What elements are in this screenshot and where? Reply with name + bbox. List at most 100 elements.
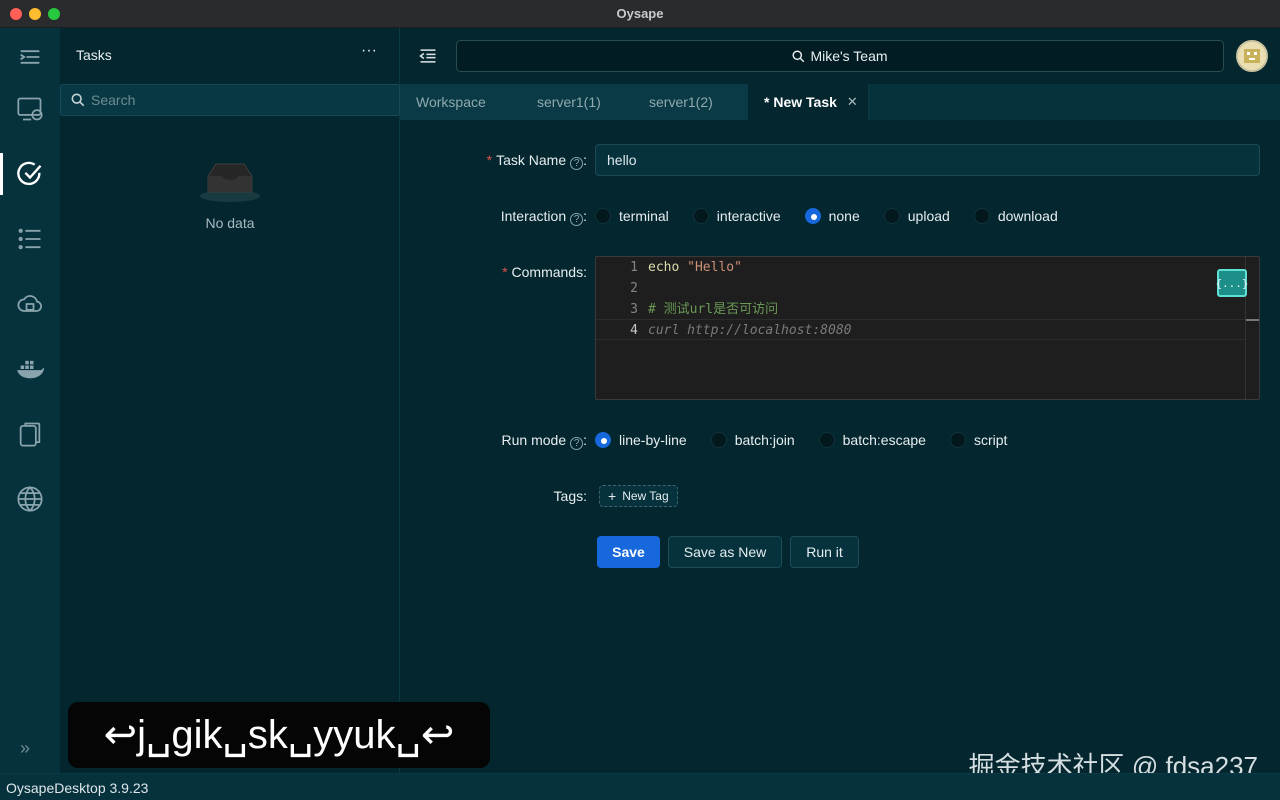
save-as-new-button[interactable]: Save as New	[668, 536, 782, 568]
cloud-icon[interactable]	[0, 279, 60, 329]
radio-label: batch:join	[734, 432, 795, 448]
new-tag-label: New Tag	[622, 489, 669, 503]
tab-server1-1[interactable]: server1(1)	[521, 84, 633, 120]
menu-toggle-icon[interactable]	[0, 32, 60, 82]
docker-icon[interactable]	[0, 344, 60, 394]
tab-label: server1(1)	[537, 94, 601, 110]
editor-line-current: 4 curl http://localhost:8080	[596, 319, 1246, 340]
label-text: Run mode	[501, 432, 567, 448]
format-json-button[interactable]: {...}	[1215, 269, 1249, 297]
tab-label: server1(2)	[649, 94, 713, 110]
tab-label: Workspace	[416, 94, 486, 110]
radio-label: terminal	[619, 208, 669, 224]
empty-inbox-icon	[200, 163, 260, 202]
run-mode-label: Run mode?:	[501, 432, 587, 450]
keystroke-overlay: ↩j␣gik␣sk␣yyuk␣↩	[68, 702, 490, 768]
radio-batch-join[interactable]: batch:join	[710, 432, 795, 448]
radio-line-by-line[interactable]: line-by-line	[595, 432, 687, 448]
radio-dot	[804, 208, 821, 224]
app-window: Oysape » Tasks ··· Search No data Mike's…	[0, 0, 1280, 800]
activity-bar: »	[0, 28, 60, 773]
line-number: 1	[630, 260, 638, 275]
search-icon	[792, 49, 805, 62]
radio-label: download	[997, 208, 1058, 224]
code-text: echo "Hello"	[648, 257, 742, 278]
avatar-icon	[1244, 49, 1260, 63]
server-icon[interactable]	[0, 84, 60, 134]
window-title: Oysape	[616, 6, 664, 21]
radio-dot	[883, 208, 900, 224]
help-icon[interactable]: ?	[570, 437, 584, 450]
plus-icon: +	[608, 488, 617, 504]
task-check-icon[interactable]	[0, 149, 60, 199]
editor-line: 3 # 测试url是否可访问	[596, 299, 1246, 320]
code-token-command: echo	[648, 260, 688, 275]
radio-dot	[973, 208, 990, 224]
label-text: Interaction	[500, 208, 567, 224]
run-mode-radio-group: line-by-line batch:join batch:escape scr…	[595, 432, 1031, 448]
radio-dot	[595, 432, 611, 448]
radio-interactive[interactable]: interactive	[692, 208, 781, 224]
empty-state: No data	[60, 156, 400, 231]
radio-terminal[interactable]: terminal	[595, 208, 669, 224]
radio-label: script	[973, 432, 1008, 448]
tab-bar: Workspace server1(1) server1(2) * New Ta…	[400, 84, 1280, 120]
interaction-label: Interaction?:	[500, 208, 587, 226]
collapse-sidebar-icon[interactable]: »	[20, 738, 40, 758]
commands-code-editor[interactable]: 1 echo "Hello" 2 3 # 测试url是否可访问 4 curl h…	[595, 256, 1260, 400]
files-icon[interactable]	[0, 409, 60, 459]
radio-label: interactive	[716, 208, 781, 224]
search-icon	[71, 93, 85, 107]
title-bar: Oysape	[0, 0, 1280, 28]
save-button[interactable]: Save	[597, 536, 660, 568]
task-name-label: * Task Name?:	[486, 152, 587, 170]
editor-line: 1 echo "Hello"	[596, 257, 1246, 278]
required-mark: *	[502, 264, 508, 280]
new-tag-button[interactable]: + New Tag	[599, 485, 678, 507]
radio-dot	[692, 208, 709, 224]
line-number: 3	[630, 302, 638, 317]
interaction-radio-group: terminal interactive none upload downloa…	[595, 208, 1082, 224]
radio-label: line-by-line	[619, 432, 687, 448]
sidebar-title: Tasks	[76, 47, 112, 63]
tasks-sidebar: Tasks ··· No data	[60, 28, 400, 773]
team-search-bar[interactable]: Mike's Team	[456, 40, 1224, 72]
tab-server1-2[interactable]: server1(2)	[633, 84, 748, 120]
line-number: 2	[630, 281, 638, 296]
required-mark: *	[486, 152, 493, 168]
radio-script[interactable]: script	[949, 432, 1008, 448]
top-header: Mike's Team	[400, 28, 1280, 84]
radio-batch-escape[interactable]: batch:escape	[818, 432, 926, 448]
help-icon[interactable]: ?	[570, 213, 584, 226]
radio-none[interactable]: none	[804, 208, 860, 224]
more-options-icon[interactable]: ···	[358, 42, 380, 64]
version-text: OysapeDesktop 3.9.23	[6, 780, 149, 796]
label-text: Task Name	[496, 152, 567, 168]
globe-icon[interactable]	[0, 474, 60, 524]
line-number: 4	[630, 323, 638, 338]
pipeline-list-icon[interactable]	[0, 214, 60, 264]
editor-line: 2	[596, 278, 1246, 299]
task-editor-form: *Task Name?: Interaction?: terminal inte…	[400, 120, 1280, 773]
radio-dot	[818, 432, 835, 448]
label-text: Commands	[511, 264, 584, 280]
radio-download[interactable]: download	[973, 208, 1058, 224]
radio-upload[interactable]: upload	[883, 208, 950, 224]
tab-new-task[interactable]: * New Task ✕	[748, 84, 869, 120]
close-icon[interactable]: ✕	[847, 94, 858, 110]
avatar[interactable]	[1236, 40, 1268, 72]
radio-dot	[710, 432, 727, 448]
radio-label: none	[828, 208, 860, 224]
help-icon[interactable]: ?	[570, 157, 584, 170]
code-text: curl http://localhost:8080	[648, 323, 852, 338]
search-input[interactable]	[91, 92, 371, 108]
sidebar-toggle-icon[interactable]	[418, 46, 438, 66]
team-name: Mike's Team	[810, 48, 888, 64]
tab-workspace[interactable]: Workspace	[400, 84, 521, 120]
status-bar: OysapeDesktop 3.9.23	[0, 773, 1280, 800]
radio-label: batch:escape	[842, 432, 926, 448]
run-it-button[interactable]: Run it	[790, 536, 859, 568]
task-name-input[interactable]	[595, 144, 1260, 176]
sidebar-search	[60, 84, 400, 116]
label-text: Tags	[553, 488, 584, 504]
